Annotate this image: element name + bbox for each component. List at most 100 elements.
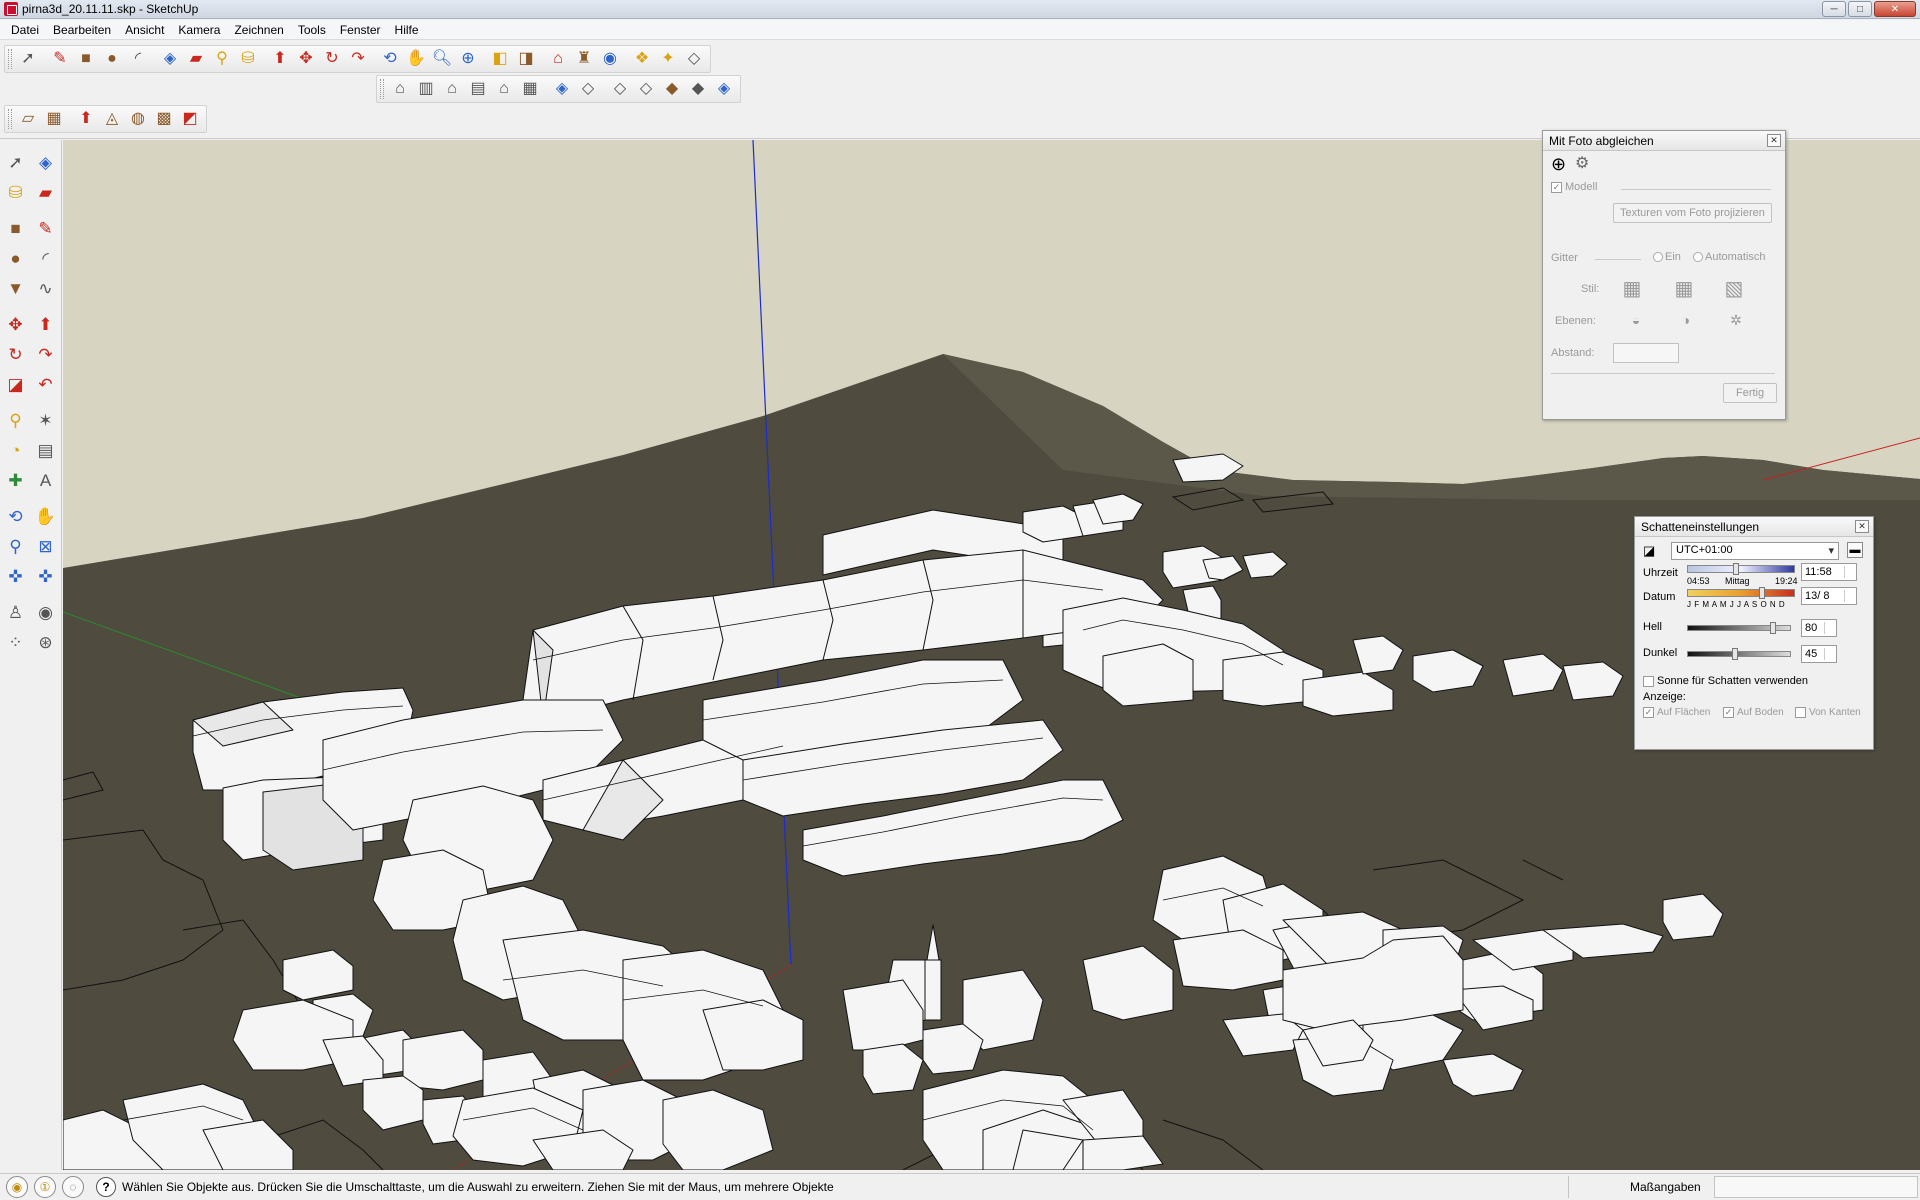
zoom-extents-icon[interactable]: ⊕ xyxy=(455,46,481,72)
add-location-icon[interactable]: ⌂ xyxy=(545,46,571,72)
from-edges-checkbox-row[interactable]: Von Kanten xyxy=(1795,707,1861,718)
offset-tool-icon[interactable]: ↶ xyxy=(33,372,59,398)
rotate-tool-icon[interactable]: ↻ xyxy=(3,342,29,368)
get-models-icon[interactable]: ❖ xyxy=(629,46,655,72)
on-faces-checkbox-row[interactable]: ✓ Auf Flächen xyxy=(1643,707,1710,718)
toolbar-grip[interactable] xyxy=(380,79,384,99)
add-photo-icon[interactable]: ⊕ xyxy=(1551,155,1566,173)
shaded-textures-icon[interactable]: ◆ xyxy=(659,76,685,102)
zoom-tool-icon[interactable]: ⚲ xyxy=(3,534,29,560)
menu-tools[interactable]: Tools xyxy=(291,21,333,39)
menu-zeichnen[interactable]: Zeichnen xyxy=(227,21,290,39)
toggle-terrain-icon[interactable]: ♜ xyxy=(571,46,597,72)
menu-bearbeiten[interactable]: Bearbeiten xyxy=(46,21,118,39)
share-component-icon[interactable]: ◇ xyxy=(681,46,707,72)
xray-blue-icon[interactable]: ◈ xyxy=(711,76,737,102)
menu-fenster[interactable]: Fenster xyxy=(333,21,388,39)
position-camera-tool-icon[interactable]: ♙ xyxy=(3,600,29,626)
text-tool-icon[interactable]: ▤ xyxy=(33,438,59,464)
date-input[interactable]: 13/ 8 xyxy=(1801,587,1857,605)
light-slider-thumb[interactable] xyxy=(1770,622,1776,634)
line-tool-icon[interactable]: ✎ xyxy=(33,216,59,242)
toolbar-grip[interactable] xyxy=(8,109,12,129)
push-pull-icon[interactable]: ⬆ xyxy=(267,46,293,72)
scale-tool-icon[interactable]: ◪ xyxy=(3,372,29,398)
menu-hilfe[interactable]: Hilfe xyxy=(388,21,426,39)
select-arrow-icon[interactable]: ➚ xyxy=(15,46,41,72)
polygon-tool-icon[interactable]: ▼ xyxy=(3,276,29,302)
iso-view-icon[interactable]: ⌂ xyxy=(387,76,413,102)
light-input[interactable]: 80 xyxy=(1801,619,1837,637)
on-faces-checkbox[interactable]: ✓ xyxy=(1643,707,1654,718)
gear-icon[interactable]: ⚙ xyxy=(1575,155,1589,173)
orbit-tool-icon[interactable]: ⟲ xyxy=(3,504,29,530)
spacing-input[interactable] xyxy=(1613,343,1679,363)
freehand-tool-icon[interactable]: ∿ xyxy=(33,276,59,302)
time-slider[interactable] xyxy=(1687,565,1795,573)
drape-icon[interactable]: ◍ xyxy=(125,106,151,132)
maximize-button[interactable]: □ xyxy=(1848,1,1872,17)
flip-edge-icon[interactable]: ◩ xyxy=(177,106,203,132)
close-button[interactable]: ✕ xyxy=(1874,1,1916,17)
protractor-tool-icon[interactable]: ◔ xyxy=(3,438,29,464)
front-view-icon[interactable]: ⌂ xyxy=(439,76,465,102)
shaded-icon[interactable]: ◇ xyxy=(633,76,659,102)
move-icon[interactable]: ✥ xyxy=(293,46,319,72)
follow-me-icon[interactable]: ↷ xyxy=(345,46,371,72)
plane-xy-icon[interactable]: ◒ xyxy=(1623,307,1649,333)
paint-bucket-icon[interactable]: ⛁ xyxy=(235,46,261,72)
push-pull-tool-icon[interactable]: ⬆ xyxy=(33,312,59,338)
dark-slider-thumb[interactable] xyxy=(1732,648,1738,660)
tape-tool-icon[interactable]: ⚲ xyxy=(3,408,29,434)
add-detail-icon[interactable]: ▩ xyxy=(151,106,177,132)
collapse-details-button[interactable]: ▬ xyxy=(1847,542,1863,558)
previous-view-tool-icon[interactable]: ✜ xyxy=(33,564,59,590)
stamp-icon[interactable]: ◬ xyxy=(99,106,125,132)
help-icon[interactable]: ? xyxy=(96,1177,116,1197)
menu-datei[interactable]: Datei xyxy=(4,21,46,39)
tape-measure-icon[interactable]: ⚲ xyxy=(209,46,235,72)
sun-shadows-checkbox[interactable] xyxy=(1643,675,1654,687)
match-photo-title-bar[interactable]: Mit Foto abgleichen ✕ xyxy=(1543,131,1785,151)
circle-tool-icon[interactable]: ● xyxy=(3,246,29,272)
grid-on-radio[interactable]: Ein xyxy=(1653,251,1681,263)
sandbox-from-contours-icon[interactable]: ▱ xyxy=(15,106,41,132)
walk-tool-icon[interactable]: ⁘ xyxy=(3,630,29,656)
sun-shadows-checkbox-row[interactable]: Sonne für Schatten verwenden xyxy=(1643,675,1808,687)
eraser-icon[interactable]: ▰ xyxy=(183,46,209,72)
on-ground-checkbox-row[interactable]: ✓ Auf Boden xyxy=(1723,707,1784,718)
plane-xz-icon[interactable]: ◑ xyxy=(1673,307,1699,333)
grid-style-corner-icon[interactable]: ▧ xyxy=(1721,275,1747,301)
look-around-tool-icon[interactable]: ◉ xyxy=(33,600,59,626)
axes-tool-icon[interactable]: ✚ xyxy=(3,468,29,494)
rotate-icon[interactable]: ↻ xyxy=(319,46,345,72)
on-ground-checkbox[interactable]: ✓ xyxy=(1723,707,1734,718)
zoom-window-tool-icon[interactable]: ⊠ xyxy=(33,534,59,560)
xray-icon[interactable]: ◈ xyxy=(549,76,575,102)
share-model-icon[interactable]: ✦ xyxy=(655,46,681,72)
circle-icon[interactable]: ● xyxy=(99,46,125,72)
move-tool-icon[interactable]: ✥ xyxy=(3,312,29,338)
dark-input[interactable]: 45 xyxy=(1801,645,1837,663)
left-view-icon[interactable]: ▦ xyxy=(517,76,543,102)
pan-tool-icon[interactable]: ✋ xyxy=(33,504,59,530)
paint-tool-icon[interactable]: ⛁ xyxy=(3,180,29,206)
orbit-icon[interactable]: ⟲ xyxy=(377,46,403,72)
dark-slider[interactable] xyxy=(1687,651,1791,657)
menu-kamera[interactable]: Kamera xyxy=(171,21,227,39)
geolocation-icon[interactable]: ◉ xyxy=(6,1176,28,1198)
time-slider-thumb[interactable] xyxy=(1733,563,1739,575)
date-slider-thumb[interactable] xyxy=(1759,587,1765,599)
smoove-icon[interactable]: ⬆ xyxy=(73,106,99,132)
arc-icon[interactable]: ◜ xyxy=(125,46,151,72)
grid-auto-radio[interactable]: Automatisch xyxy=(1693,251,1766,263)
plane-yz-icon[interactable]: ✲ xyxy=(1723,307,1749,333)
google-earth-icon[interactable]: ◉ xyxy=(597,46,623,72)
arc-tool-icon[interactable]: ◜ xyxy=(33,246,59,272)
project-textures-button[interactable]: Texturen vom Foto projizieren xyxy=(1613,203,1772,223)
3d-text-tool-icon[interactable]: A xyxy=(33,468,59,494)
credits-icon[interactable]: ① xyxy=(34,1176,56,1198)
time-input[interactable]: 11:58 xyxy=(1801,563,1857,581)
grid-style-above-icon[interactable]: ▦ xyxy=(1671,275,1697,301)
close-icon[interactable]: ✕ xyxy=(1767,134,1781,147)
